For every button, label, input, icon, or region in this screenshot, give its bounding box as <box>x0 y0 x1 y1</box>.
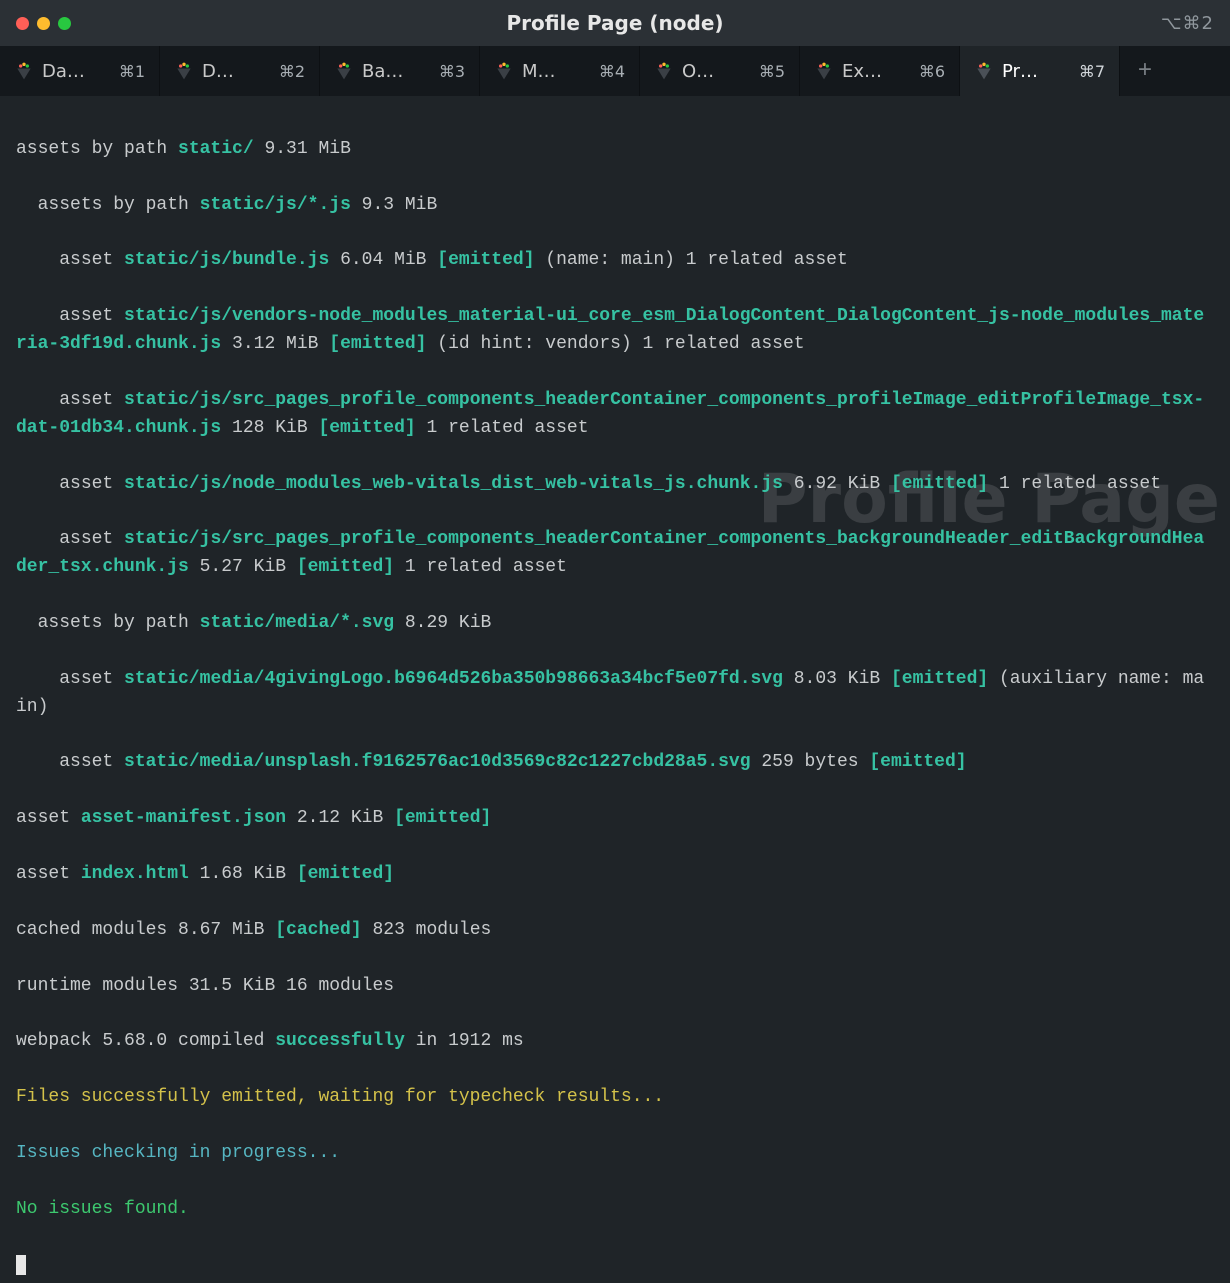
vite-icon <box>174 61 194 81</box>
status-waiting: Files successfully emitted, waiting for … <box>16 1087 664 1107</box>
tab-label: M… <box>522 61 556 82</box>
tab-shortcut: ⌘6 <box>919 62 945 81</box>
text: 823 modules <box>362 920 492 940</box>
emitted-tag: [emitted] <box>869 752 966 772</box>
text: (name: main) 1 related asset <box>535 250 848 270</box>
asset-path: static/js/src_pages_profile_components_h… <box>16 390 1204 438</box>
tab-shortcut: ⌘5 <box>759 62 785 81</box>
tab-3[interactable]: Ba… ⌘3 <box>320 46 480 96</box>
emitted-tag: [emitted] <box>891 474 988 494</box>
tab-shortcut: ⌘4 <box>599 62 625 81</box>
size: 9.3 MiB <box>351 195 437 215</box>
text: asset <box>16 250 124 270</box>
tab-label: Da… <box>42 61 85 82</box>
size: 6.04 MiB <box>329 250 437 270</box>
text: runtime modules 31.5 KiB 16 modules <box>16 976 394 996</box>
text: 1 related asset <box>988 474 1161 494</box>
text: asset <box>16 808 81 828</box>
vite-icon <box>14 61 34 81</box>
window-close-button[interactable] <box>16 17 29 30</box>
tab-label: Ex… <box>842 61 882 82</box>
size: 1.68 KiB <box>189 864 297 884</box>
asset-path: static/media/*.svg <box>200 613 394 633</box>
tab-shortcut: ⌘3 <box>439 62 465 81</box>
asset-path: static/js/node_modules_web-vitals_dist_w… <box>124 474 783 494</box>
emitted-tag: [emitted] <box>318 418 415 438</box>
terminal-output[interactable]: assets by path static/ 9.31 MiB assets b… <box>0 96 1230 1283</box>
asset-path: static/media/4givingLogo.b6964d526ba350b… <box>124 669 783 689</box>
emitted-tag: [emitted] <box>394 808 491 828</box>
text: asset <box>16 306 124 326</box>
text: 1 related asset <box>394 557 567 577</box>
emitted-tag: [emitted] <box>329 334 426 354</box>
vite-icon <box>974 61 994 81</box>
emitted-tag: [emitted] <box>437 250 534 270</box>
tab-label: D… <box>202 61 234 82</box>
status-no-issues: No issues found. <box>16 1199 189 1219</box>
text: (id hint: vendors) 1 related asset <box>426 334 804 354</box>
success-word: successfully <box>275 1031 405 1051</box>
cached-tag: [cached] <box>275 920 361 940</box>
size: 3.12 MiB <box>221 334 329 354</box>
text: asset <box>16 474 124 494</box>
vite-icon <box>814 61 834 81</box>
new-tab-button[interactable]: + <box>1120 46 1170 96</box>
window-title: Profile Page (node) <box>506 11 723 35</box>
tab-shortcut: ⌘7 <box>1079 62 1105 81</box>
asset-path: static/ <box>178 139 254 159</box>
tab-5[interactable]: O… ⌘5 <box>640 46 800 96</box>
text: cached modules 8.67 MiB <box>16 920 275 940</box>
tab-2[interactable]: D… ⌘2 <box>160 46 320 96</box>
text: in 1912 ms <box>405 1031 524 1051</box>
size: 259 bytes <box>751 752 870 772</box>
vite-icon <box>494 61 514 81</box>
asset-path: static/js/bundle.js <box>124 250 329 270</box>
window-titlebar: Profile Page (node) ⌥⌘2 <box>0 0 1230 46</box>
window-maximize-button[interactable] <box>58 17 71 30</box>
text: 1 related asset <box>416 418 589 438</box>
text: asset <box>16 390 124 410</box>
text: asset <box>16 752 124 772</box>
text: asset <box>16 669 124 689</box>
tab-shortcut: ⌘1 <box>119 62 145 81</box>
size: 8.29 KiB <box>394 613 491 633</box>
tab-4[interactable]: M… ⌘4 <box>480 46 640 96</box>
tab-label: O… <box>682 61 714 82</box>
text: asset <box>16 529 124 549</box>
size: 5.27 KiB <box>189 557 297 577</box>
emitted-tag: [emitted] <box>297 864 394 884</box>
asset-path: static/media/unsplash.f9162576ac10d3569c… <box>124 752 751 772</box>
tab-label: Pr… <box>1002 61 1038 82</box>
emitted-tag: [emitted] <box>297 557 394 577</box>
asset-path: static/js/*.js <box>200 195 351 215</box>
window-traffic-lights <box>16 17 71 30</box>
terminal-cursor <box>16 1255 26 1275</box>
tab-1[interactable]: Da… ⌘1 <box>0 46 160 96</box>
size: 8.03 KiB <box>783 669 891 689</box>
text: asset <box>16 864 81 884</box>
window-shortcut-hint: ⌥⌘2 <box>1161 13 1214 34</box>
tab-6[interactable]: Ex… ⌘6 <box>800 46 960 96</box>
size: 128 KiB <box>221 418 318 438</box>
status-checking: Issues checking in progress... <box>16 1143 340 1163</box>
text: webpack 5.68.0 compiled <box>16 1031 275 1051</box>
size: 2.12 KiB <box>286 808 394 828</box>
window-minimize-button[interactable] <box>37 17 50 30</box>
tab-shortcut: ⌘2 <box>279 62 305 81</box>
asset-path: index.html <box>81 864 189 884</box>
vite-icon <box>654 61 674 81</box>
vite-icon <box>334 61 354 81</box>
size: 6.92 KiB <box>783 474 891 494</box>
text: assets by path <box>16 613 200 633</box>
text: assets by path <box>16 195 200 215</box>
tab-label: Ba… <box>362 61 403 82</box>
asset-path: asset-manifest.json <box>81 808 286 828</box>
text: assets by path <box>16 139 178 159</box>
tab-7-active[interactable]: Pr… ⌘7 <box>960 46 1120 96</box>
tab-bar: Da… ⌘1 D… ⌘2 Ba… ⌘3 M… ⌘4 <box>0 46 1230 96</box>
emitted-tag: [emitted] <box>891 669 988 689</box>
size: 9.31 MiB <box>254 139 351 159</box>
